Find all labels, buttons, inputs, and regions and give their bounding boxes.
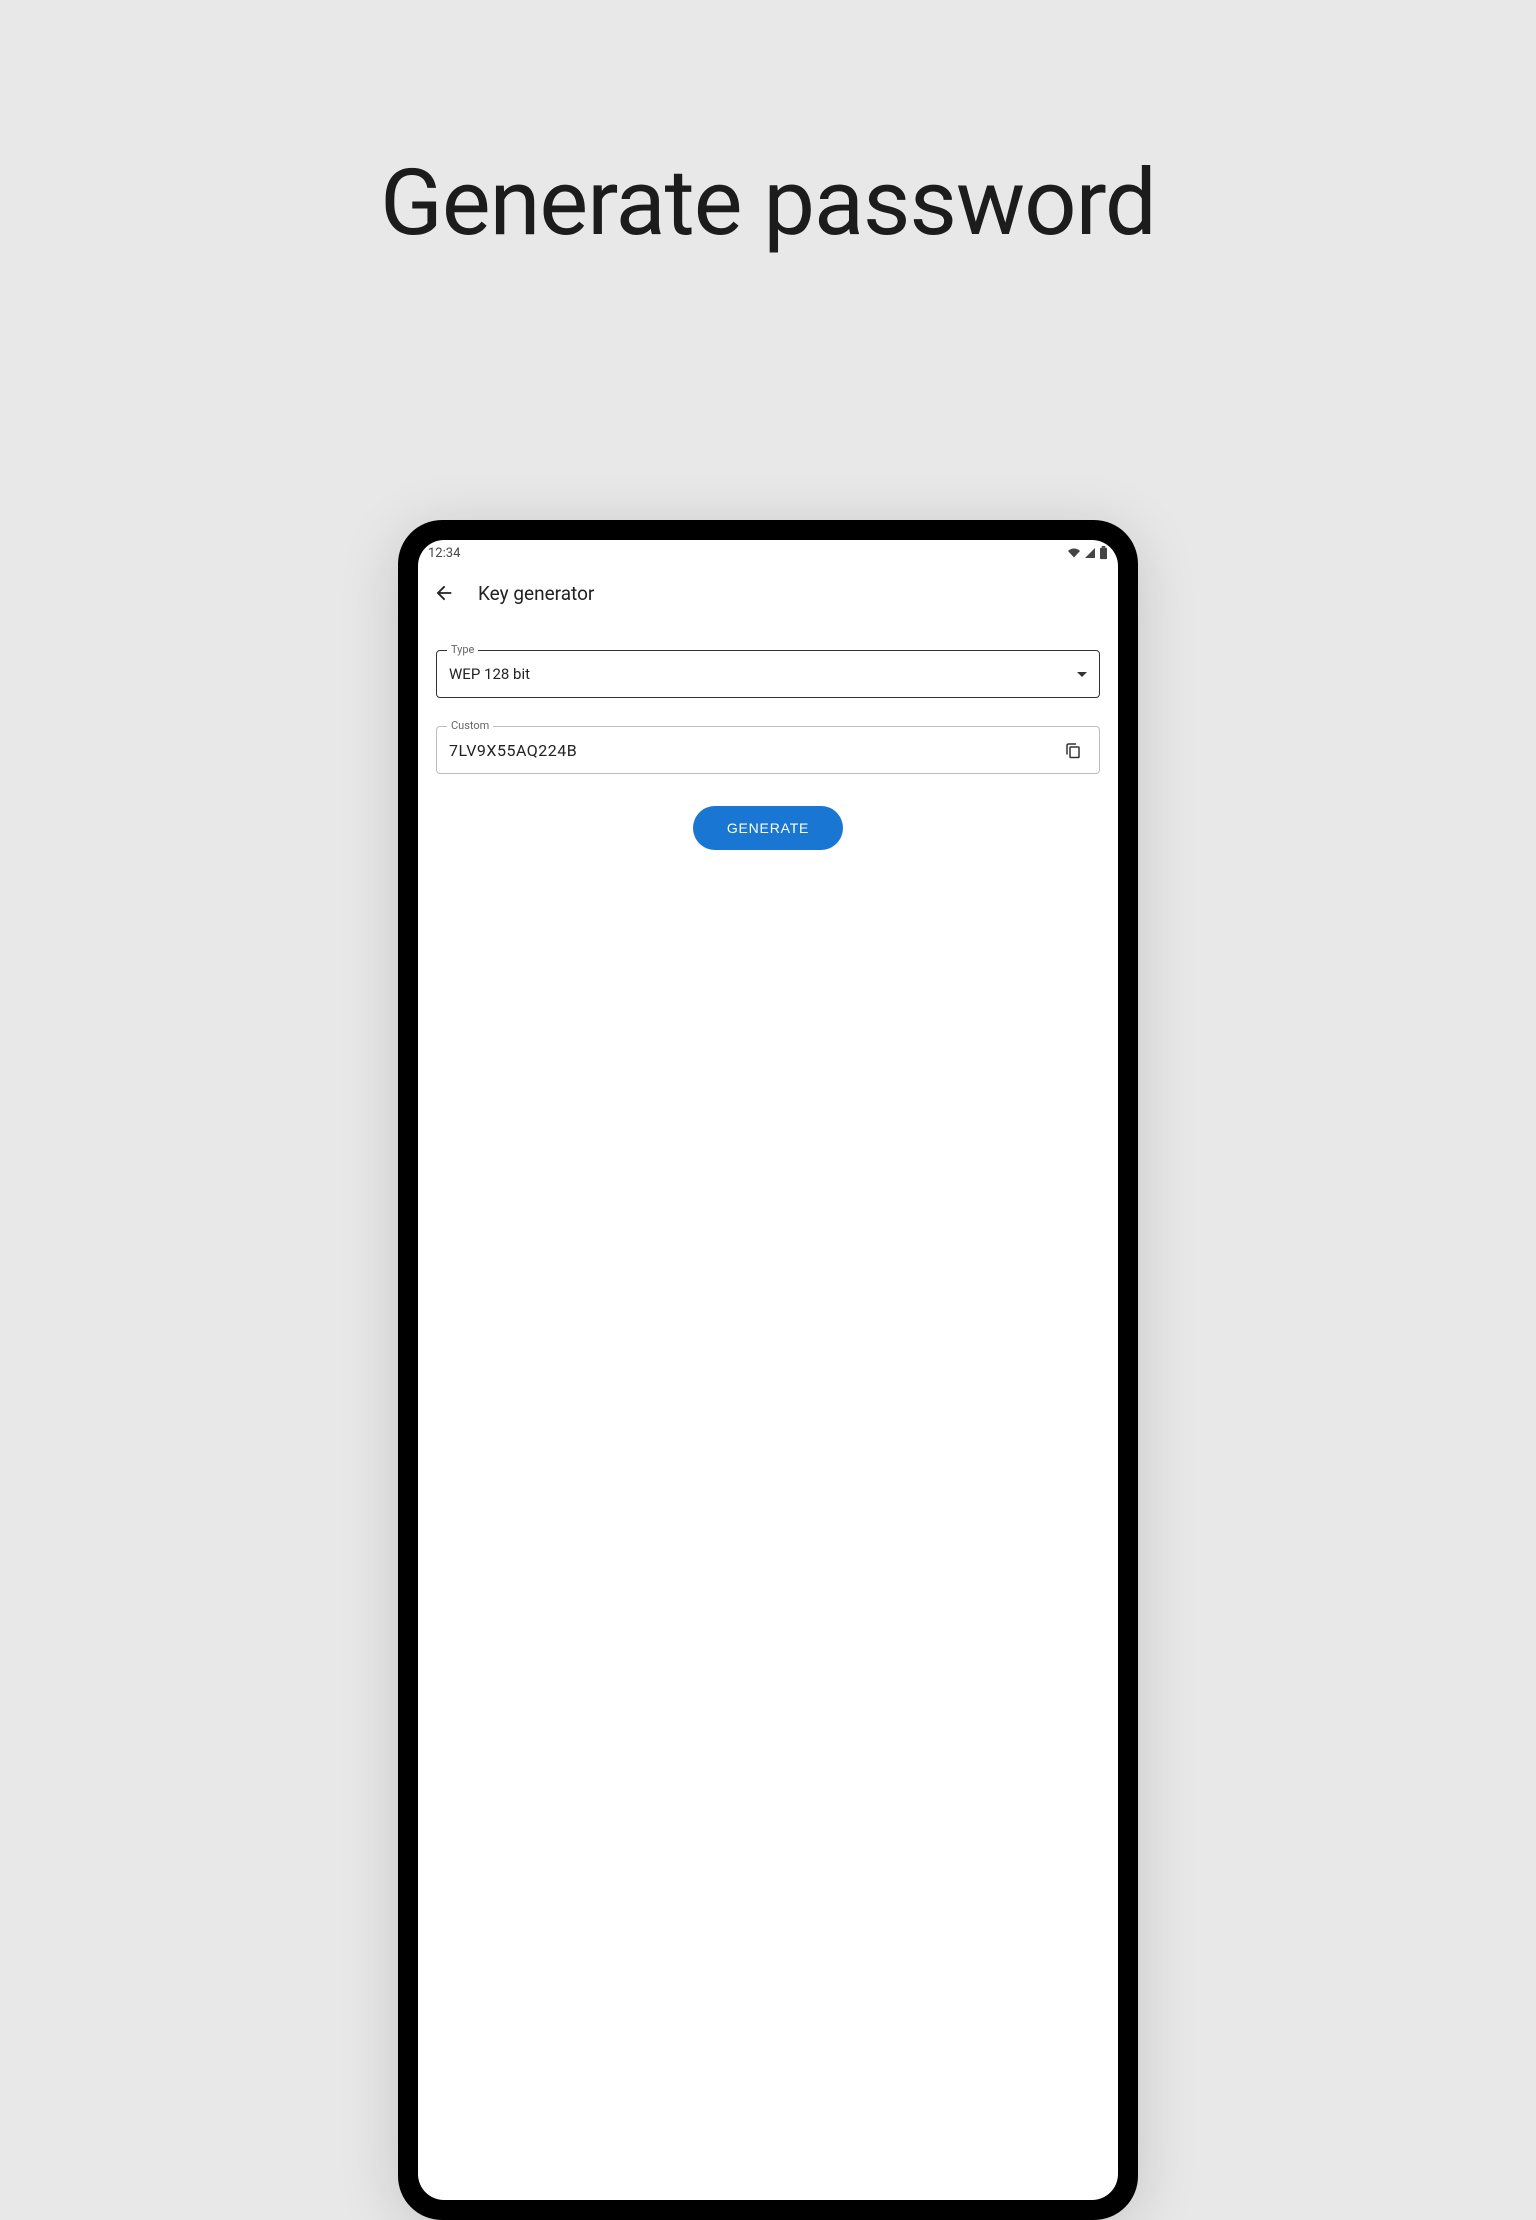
status-time: 12:34 bbox=[428, 546, 460, 561]
chevron-down-icon bbox=[1077, 672, 1087, 677]
custom-input[interactable] bbox=[449, 741, 1059, 760]
custom-field-container: Custom bbox=[436, 726, 1100, 774]
battery-icon bbox=[1099, 546, 1108, 560]
generate-button[interactable]: GENERATE bbox=[693, 806, 843, 850]
arrow-left-icon bbox=[433, 582, 455, 604]
device-screen: 12:34 Key generator Type bbox=[418, 540, 1118, 2200]
copy-button[interactable] bbox=[1059, 736, 1087, 764]
wifi-icon bbox=[1067, 547, 1081, 559]
page-title: Generate password bbox=[0, 150, 1536, 257]
device-frame: 12:34 Key generator Type bbox=[398, 520, 1138, 2220]
status-bar: 12:34 bbox=[418, 540, 1118, 566]
generate-row: GENERATE bbox=[436, 806, 1100, 850]
app-bar-title: Key generator bbox=[478, 582, 594, 605]
custom-label: Custom bbox=[447, 719, 493, 732]
copy-icon bbox=[1064, 741, 1082, 759]
type-label: Type bbox=[447, 643, 478, 656]
type-select[interactable]: Type WEP 128 bit bbox=[436, 650, 1100, 698]
type-value: WEP 128 bit bbox=[449, 665, 1077, 683]
signal-icon bbox=[1083, 547, 1097, 559]
content-area: Type WEP 128 bit Custom GENERATE bbox=[418, 620, 1118, 850]
back-button[interactable] bbox=[432, 581, 456, 605]
app-bar: Key generator bbox=[418, 566, 1118, 620]
